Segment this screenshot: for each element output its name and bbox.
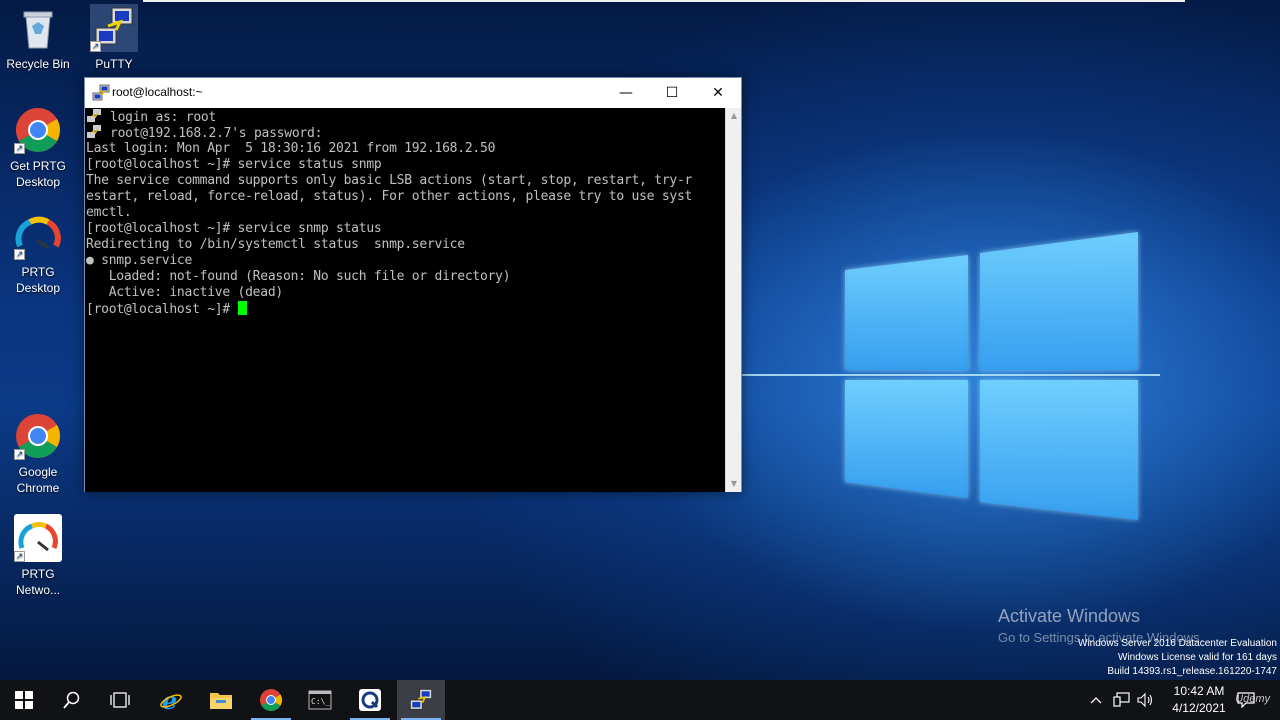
- desktop-icon-get-prtg-desktop[interactable]: ↗ Get PRTG Desktop: [0, 106, 76, 190]
- network-icon: [1113, 692, 1130, 707]
- search-icon: [63, 691, 80, 709]
- folder-icon: [210, 693, 232, 709]
- minimize-button[interactable]: —: [603, 78, 649, 108]
- shortcut-arrow-icon: ↗: [14, 143, 25, 154]
- prtg-gauge-icon: ↗: [14, 212, 62, 260]
- putty-prompt-icon: [87, 109, 101, 122]
- activate-windows-title: Activate Windows: [998, 606, 1141, 626]
- terminal-line: login as: root: [86, 109, 726, 125]
- taskbar-command-prompt[interactable]: C:\_: [296, 680, 344, 720]
- top-strip: [143, 0, 1185, 2]
- scroll-down-icon[interactable]: ▼: [726, 476, 742, 492]
- minimize-icon: —: [619, 85, 633, 101]
- tray-network[interactable]: [1110, 680, 1134, 720]
- shortcut-arrow-icon: ↗: [14, 249, 25, 260]
- maximize-icon: ☐: [665, 85, 679, 101]
- terminal-line: Redirecting to /bin/systemctl status snm…: [86, 237, 465, 252]
- maximize-button[interactable]: ☐: [649, 78, 695, 108]
- terminal-line: estart, reload, force-reload, status). F…: [86, 189, 693, 204]
- windows-logo-wallpaper: [740, 232, 1160, 520]
- terminal-line: [root@localhost ~]# service snmp status: [86, 221, 382, 236]
- desktop-icon-label: PRTG Desktop: [15, 265, 61, 295]
- putty-prompt-icon: [87, 125, 101, 138]
- terminal-area[interactable]: login as: root root@192.168.2.7's passwo…: [85, 108, 726, 492]
- windows-start-icon: [15, 691, 33, 709]
- taskbar-chrome[interactable]: [247, 680, 295, 720]
- app-q-icon: [359, 689, 381, 711]
- task-view-icon: [110, 692, 130, 708]
- close-icon: ✕: [712, 85, 724, 101]
- desktop-icon-label: PRTG Netwo...: [15, 567, 60, 597]
- internet-explorer-icon: e: [160, 688, 182, 712]
- scroll-up-icon[interactable]: ▲: [726, 108, 742, 124]
- shortcut-arrow-icon: ↗: [90, 41, 101, 52]
- desktop-icon-label: Get PRTG Desktop: [10, 159, 66, 189]
- close-button[interactable]: ✕: [695, 78, 741, 108]
- svg-text:C:\_: C:\_: [311, 697, 330, 706]
- tray-volume[interactable]: [1134, 680, 1158, 720]
- task-view-button[interactable]: [96, 680, 144, 720]
- terminal-scrollbar[interactable]: ▲ ▼: [725, 108, 741, 492]
- desktop-icon-prtg-network[interactable]: ↗ PRTG Netwo...: [0, 514, 76, 598]
- terminal-line: emctl.: [86, 205, 132, 220]
- terminal-line: Active: inactive (dead): [86, 285, 284, 300]
- desktop-icon-putty[interactable]: ↗ PuTTY: [76, 4, 152, 72]
- putty-window[interactable]: root@localhost:~ — ☐ ✕ login as: root ro…: [84, 77, 742, 492]
- prtg-network-icon: ↗: [14, 514, 62, 562]
- desktop-icon-google-chrome[interactable]: ↗ Google Chrome: [0, 412, 76, 496]
- putty-icon: [409, 688, 433, 710]
- desktop: Recycle Bin ↗ PuTTY ↗ Get PRTG Desktop ↗…: [0, 0, 1280, 680]
- build-line: Windows Server 2016 Datacenter Evaluatio…: [1078, 638, 1277, 649]
- terminal-line: [root@localhost ~]# service status snmp: [86, 157, 382, 172]
- taskbar-internet-explorer[interactable]: e: [147, 680, 195, 720]
- taskbar-app-q[interactable]: [346, 680, 394, 720]
- taskbar-putty[interactable]: [397, 680, 445, 720]
- putty-titlebar[interactable]: root@localhost:~ — ☐ ✕: [85, 78, 741, 108]
- window-title: root@localhost:~: [112, 85, 203, 99]
- desktop-icon-label: Google Chrome: [16, 465, 60, 495]
- command-prompt-icon: C:\_: [308, 690, 332, 710]
- putty-icon: ↗: [90, 4, 138, 52]
- chrome-icon: ↗: [14, 412, 62, 460]
- chrome-icon: ↗: [14, 106, 62, 154]
- tray-overflow-button[interactable]: [1084, 680, 1108, 720]
- desktop-icon-label: Recycle Bin: [6, 57, 70, 71]
- build-line: Windows License valid for 161 days: [1118, 652, 1277, 663]
- chrome-icon: [260, 689, 282, 711]
- speaker-icon: [1137, 692, 1153, 708]
- terminal-prompt-line: [root@localhost ~]#: [86, 301, 726, 317]
- search-button[interactable]: [48, 680, 96, 720]
- taskbar-file-explorer[interactable]: [197, 680, 245, 720]
- taskbar: e C:\_ 10:42 AM 4/12/2021: [0, 680, 1280, 720]
- terminal-line: root@192.168.2.7's password:: [86, 125, 726, 141]
- desktop-icon-label: PuTTY: [95, 57, 133, 71]
- terminal-line: ● snmp.service: [86, 253, 193, 268]
- terminal-cursor: [237, 301, 247, 315]
- start-button[interactable]: [0, 680, 48, 720]
- shortcut-arrow-icon: ↗: [14, 449, 25, 460]
- build-line: Build 14393.rs1_release.161220-1747: [1107, 666, 1277, 677]
- recycle-bin-icon: [14, 4, 62, 52]
- desktop-icon-prtg-desktop[interactable]: ↗ PRTG Desktop: [0, 212, 76, 296]
- shortcut-arrow-icon: ↗: [14, 551, 25, 562]
- chevron-up-icon: [1090, 697, 1102, 704]
- desktop-icon-recycle-bin[interactable]: Recycle Bin: [0, 4, 76, 72]
- terminal-line: The service command supports only basic …: [86, 173, 693, 188]
- terminal-line: Last login: Mon Apr 5 18:30:16 2021 from…: [86, 141, 496, 156]
- putty-icon: [92, 84, 110, 101]
- udemy-watermark: Udemy: [1235, 693, 1270, 705]
- terminal-line: Loaded: not-found (Reason: No such file …: [86, 269, 511, 284]
- build-watermark: Windows Server 2016 Datacenter Evaluatio…: [1078, 637, 1277, 679]
